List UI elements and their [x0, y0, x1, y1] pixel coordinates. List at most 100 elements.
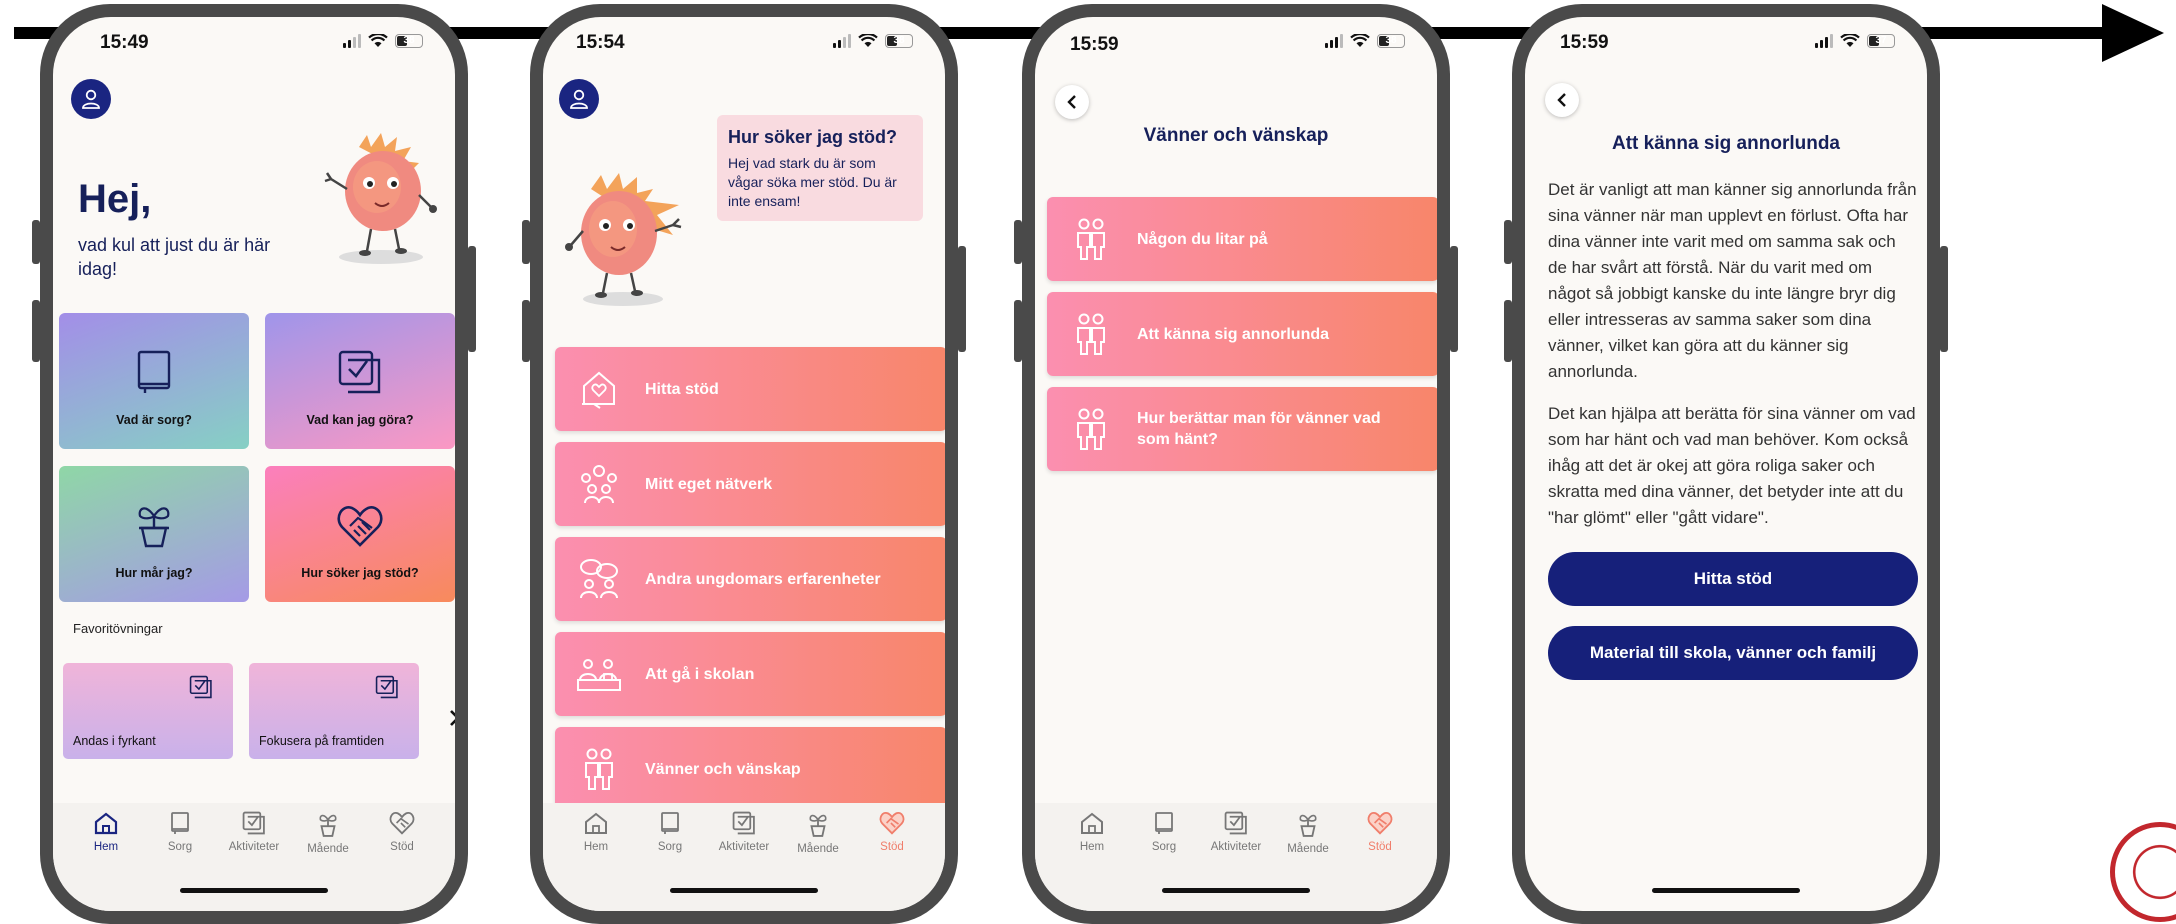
- hitta-stod-button[interactable]: Hitta stöd: [1548, 552, 1918, 606]
- group-icon: [581, 465, 617, 504]
- tile-hur-mar-jag[interactable]: Hur mår jag?: [59, 466, 249, 602]
- bubble-title: Hur söker jag stöd?: [728, 127, 898, 147]
- status-bar: 15:54 38: [543, 32, 945, 56]
- chevron-right-icon[interactable]: [449, 709, 455, 727]
- tab-aktiviteter[interactable]: Aktiviteter: [709, 811, 779, 855]
- tab-aktiviteter[interactable]: Aktiviteter: [219, 811, 289, 855]
- article-paragraph-1: Det är vanligt att man känner sig annorl…: [1548, 180, 1917, 381]
- signal-icon: [343, 34, 361, 48]
- tab-hem[interactable]: Hem: [1057, 811, 1127, 855]
- tab-sorg[interactable]: Sorg: [1129, 811, 1199, 855]
- tab-stod[interactable]: Stöd: [367, 811, 437, 855]
- home-icon: [1081, 812, 1103, 834]
- heart-handshake-icon: [879, 811, 905, 835]
- friends-icon: [1077, 408, 1105, 450]
- people-talking-icon: [580, 559, 618, 599]
- greeting-heading: Hej,: [78, 177, 152, 221]
- article-paragraph-2: Det kan hjälpa att berätta för sina vänn…: [1548, 404, 1916, 527]
- heart-handshake-icon: [1367, 811, 1393, 835]
- page-title: Vänner och vänskap: [1143, 125, 1329, 146]
- checklist-icon: [1224, 811, 1247, 835]
- chevron-left-icon: [1067, 95, 1076, 109]
- tab-sorg[interactable]: Sorg: [145, 811, 215, 855]
- user-icon: [570, 89, 588, 109]
- chevron-left-icon: [1557, 93, 1566, 107]
- timeline-arrow-head: [2102, 4, 2164, 62]
- battery-icon: 38: [395, 34, 423, 48]
- plant-icon: [809, 814, 827, 837]
- checklist-icon: [189, 675, 212, 699]
- book-icon: [171, 812, 189, 834]
- row-mitt-eget-natverk[interactable]: Mitt eget nätverk: [555, 442, 945, 526]
- battery-icon: 37: [1867, 34, 1895, 48]
- plant-icon: [319, 814, 337, 837]
- signal-icon: [1325, 34, 1343, 48]
- tab-stod[interactable]: Stöd: [1345, 811, 1415, 855]
- screen-stod: 15:54 38 Hur söker jag stöd? Hej vad sta…: [543, 17, 945, 911]
- signal-icon: [833, 34, 851, 48]
- school-desk-icon: [577, 659, 621, 691]
- tile-hur-soker-jag-stod[interactable]: Hur söker jag stöd?: [265, 466, 455, 602]
- status-time: 15:59: [1070, 34, 1119, 55]
- wifi-icon: [368, 34, 388, 47]
- status-time: 15:54: [576, 32, 625, 53]
- checklist-icon: [338, 350, 381, 394]
- screen-home: 15:49 38 Hej, vad kul att just du är här…: [53, 17, 455, 911]
- status-bar: 15:59 37: [1525, 32, 1927, 56]
- phone-article: 15:59 37 Att känna sig annorlunda Det är…: [1504, 4, 1948, 924]
- home-indicator: [1162, 888, 1310, 893]
- home-icon: [94, 812, 118, 835]
- profile-avatar-button[interactable]: [71, 79, 111, 119]
- favorite-card-fokusera-pa-framtiden[interactable]: Fokusera på framtiden: [249, 663, 419, 759]
- favorites-heading: Favoritövningar: [73, 621, 163, 636]
- back-button[interactable]: [1055, 85, 1089, 119]
- status-time: 15:49: [100, 32, 149, 53]
- book-icon: [137, 350, 171, 393]
- status-bar: 15:59 38: [1035, 32, 1437, 56]
- row-hitta-stod[interactable]: Hitta stöd: [555, 347, 945, 431]
- favorite-card-andas-i-fyrkant[interactable]: Andas i fyrkant: [63, 663, 233, 759]
- battery-icon: 38: [885, 34, 913, 48]
- tab-bar: Hem Sorg Aktiviteter Mående Stöd: [1035, 803, 1437, 911]
- wifi-icon: [858, 34, 878, 47]
- heart-handshake-icon: [337, 506, 383, 547]
- tab-maende[interactable]: Mående: [783, 811, 853, 855]
- material-button[interactable]: Material till skola, vänner och familj: [1548, 626, 1918, 680]
- mascot-character: [565, 173, 682, 306]
- row-vanner-och-vanskap[interactable]: Vänner och vänskap: [555, 727, 945, 811]
- university-seal: [2110, 822, 2176, 922]
- back-button[interactable]: [1545, 83, 1579, 117]
- friends-icon: [585, 748, 613, 790]
- article-title: Att känna sig annorlunda: [1611, 133, 1841, 154]
- profile-avatar-button[interactable]: [559, 79, 599, 119]
- phone-home: 15:49 38 Hej, vad kul att just du är här…: [32, 4, 476, 924]
- tab-hem[interactable]: Hem: [561, 811, 631, 855]
- heart-handshake-icon: [389, 811, 415, 835]
- tab-aktiviteter[interactable]: Aktiviteter: [1201, 811, 1271, 855]
- tab-maende[interactable]: Mående: [1273, 811, 1343, 855]
- signal-icon: [1815, 34, 1833, 48]
- user-icon: [82, 89, 100, 109]
- checklist-icon: [732, 811, 755, 835]
- checklist-icon: [242, 811, 265, 835]
- tile-vad-ar-sorg[interactable]: Vad är sorg?: [59, 313, 249, 449]
- row-hur-berattar-man[interactable]: Hur berättar man för vänner vad som hänt…: [1047, 387, 1437, 471]
- plant-icon: [1299, 814, 1317, 837]
- tile-vad-kan-jag-gora[interactable]: Vad kan jag göra?: [265, 313, 455, 449]
- home-indicator: [670, 888, 818, 893]
- greeting-subtitle: vad kul att just du är här idag!: [78, 235, 271, 279]
- row-andra-ungdomars-erfarenheter[interactable]: Andra ungdomars erfarenheter: [555, 537, 945, 621]
- tab-hem[interactable]: Hem: [71, 811, 141, 855]
- friends-icon: [1077, 313, 1105, 355]
- tab-stod[interactable]: Stöd: [857, 811, 927, 855]
- book-icon: [1155, 812, 1173, 834]
- row-nagon-du-litar-pa[interactable]: Någon du litar på: [1047, 197, 1437, 281]
- battery-icon: 38: [1377, 34, 1405, 48]
- row-att-kanna-sig-annorlunda[interactable]: Att känna sig annorlunda: [1047, 292, 1437, 376]
- phone-vanner: 15:59 38 Vänner och vänskap Någon du lit…: [1014, 4, 1458, 924]
- tab-sorg[interactable]: Sorg: [635, 811, 705, 855]
- row-att-ga-i-skolan[interactable]: Att gå i skolan: [555, 632, 945, 716]
- wifi-icon: [1840, 34, 1860, 47]
- tab-bar: Hem Sorg Aktiviteter Mående Stöd: [543, 803, 945, 911]
- tab-maende[interactable]: Mående: [293, 811, 363, 855]
